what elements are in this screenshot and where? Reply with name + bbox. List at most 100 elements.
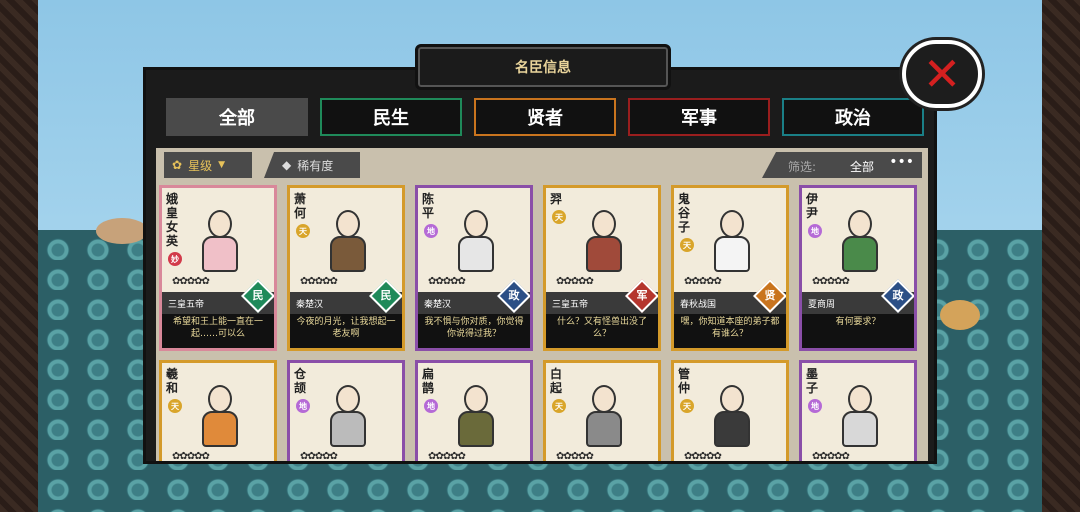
era-bar: 春秋战国 贤 xyxy=(674,279,786,314)
minister-name: 白起 xyxy=(550,367,563,395)
tab-xianzhe[interactable]: 贤者 xyxy=(474,98,616,136)
rarity-sort-button[interactable]: ◆ 稀有度 xyxy=(264,152,360,178)
era-label: 三皇五帝 xyxy=(552,300,589,310)
minister-portrait xyxy=(702,202,762,274)
category-tabs: 全部 民生 贤者 军事 政治 xyxy=(166,98,924,136)
type-badge: 政 xyxy=(881,279,914,313)
minister-portrait xyxy=(190,377,250,449)
diamond-icon: ◆ xyxy=(282,158,292,172)
minister-quote: 有何要求？ xyxy=(802,314,914,348)
island xyxy=(940,300,980,330)
minister-panel: 全部 民生 贤者 军事 政治 ✿ 星级 ▼ ◆ 稀有度 筛选: 全部 ••• 娥… xyxy=(143,67,937,464)
era-label: 三皇五帝 xyxy=(168,300,205,310)
left-border xyxy=(0,0,38,512)
star-rating: ✿✿✿✿✿ xyxy=(428,451,466,462)
type-badge: 民 xyxy=(369,279,402,313)
flower-icon: ✿ xyxy=(172,158,183,172)
minister-portrait xyxy=(574,377,634,449)
star-rating: ✿✿✿✿✿ xyxy=(300,451,338,462)
minister-card[interactable]: 娥皇女英妙 ✿✿✿✿✿ 三皇五帝 民 希望和王上能一直在一起……可以么 xyxy=(159,185,277,351)
close-icon: ✕ xyxy=(922,47,962,101)
minister-card[interactable]: 白起天 ✿✿✿✿✿ xyxy=(543,360,661,462)
type-badge: 贤 xyxy=(753,279,786,313)
star-rating: ✿✿✿✿✿ xyxy=(428,276,466,287)
minister-name: 伊尹 xyxy=(806,192,819,220)
minister-quote: 我不惧与你对质，你觉得你说得过我？ xyxy=(418,314,530,348)
minister-portrait xyxy=(446,202,506,274)
minister-card[interactable]: 萧何天 ✿✿✿✿✿ 秦楚汉 民 今夜的月光，让我想起一老友啊 xyxy=(287,185,405,351)
tab-junshi[interactable]: 军事 xyxy=(628,98,770,136)
minister-card[interactable]: 羿天 ✿✿✿✿✿ 三皇五帝 军 什么？又有怪兽出没了么？ xyxy=(543,185,661,351)
minister-name: 羲和 xyxy=(166,367,179,395)
type-badge: 民 xyxy=(241,279,274,313)
star-rating: ✿✿✿✿✿ xyxy=(556,276,594,287)
minister-portrait xyxy=(702,377,762,449)
filter-label: 筛选: xyxy=(788,160,817,174)
grade-badge: 地 xyxy=(808,399,822,413)
star-sort-button[interactable]: ✿ 星级 ▼ xyxy=(164,152,252,178)
minister-name: 鬼谷子 xyxy=(678,192,691,234)
type-badge: 军 xyxy=(625,279,658,313)
minister-portrait xyxy=(830,202,890,274)
minister-quote: 嘿，你知道本座的弟子都有谁么？ xyxy=(674,314,786,348)
minister-portrait xyxy=(830,377,890,449)
grade-badge: 天 xyxy=(296,224,310,238)
minister-quote: 希望和王上能一直在一起……可以么 xyxy=(162,314,274,348)
grade-badge: 地 xyxy=(424,399,438,413)
era-label: 春秋战国 xyxy=(680,300,717,310)
grade-badge: 地 xyxy=(296,399,310,413)
minister-name: 羿 xyxy=(550,192,563,206)
minister-name: 管仲 xyxy=(678,367,691,395)
star-sort-label: 星级 xyxy=(188,158,213,173)
grade-badge: 天 xyxy=(552,210,566,224)
close-button[interactable]: ✕ xyxy=(902,40,982,108)
minister-portrait xyxy=(318,377,378,449)
tab-zhengzhi[interactable]: 政治 xyxy=(782,98,924,136)
minister-name: 娥皇女英 xyxy=(166,192,179,248)
minister-quote: 什么？又有怪兽出没了么？ xyxy=(546,314,658,348)
minister-name: 陈平 xyxy=(422,192,435,220)
grade-badge: 妙 xyxy=(168,252,182,266)
grade-badge: 天 xyxy=(680,238,694,252)
minister-card[interactable]: 管仲天 ✿✿✿✿✿ xyxy=(671,360,789,461)
minister-quote: 今夜的月光，让我想起一老友啊 xyxy=(290,314,402,348)
era-bar: 三皇五帝 民 xyxy=(162,279,274,314)
era-bar: 秦楚汉 政 xyxy=(418,279,530,314)
grade-badge: 地 xyxy=(808,224,822,238)
minister-card[interactable]: 扁鹊地 ✿✿✿✿✿ xyxy=(415,360,533,462)
minister-name: 扁鹊 xyxy=(422,367,435,395)
era-label: 夏商周 xyxy=(808,300,836,310)
star-rating: ✿✿✿✿✿ xyxy=(172,276,210,287)
filter-select: 筛选: 全部 ••• xyxy=(762,152,922,178)
minister-card[interactable]: 仓颉地 ✿✿✿✿✿ xyxy=(287,360,405,462)
star-rating: ✿✿✿✿✿ xyxy=(812,276,850,287)
grade-badge: 地 xyxy=(424,224,438,238)
star-rating: ✿✿✿✿✿ xyxy=(172,451,210,462)
filter-value[interactable]: 全部 xyxy=(850,158,874,175)
era-bar: 夏商周 政 xyxy=(802,279,914,314)
grade-badge: 天 xyxy=(168,399,182,413)
minister-card[interactable]: 鬼谷子天 ✿✿✿✿✿ 春秋战国 贤 嘿，你知道本座的弟子都有谁么？ xyxy=(671,185,789,351)
minister-portrait xyxy=(318,202,378,274)
minister-portrait xyxy=(574,202,634,274)
era-bar: 秦楚汉 民 xyxy=(290,279,402,314)
minister-grid: 娥皇女英妙 ✿✿✿✿✿ 三皇五帝 民 希望和王上能一直在一起……可以么 萧何天 ✿… xyxy=(156,182,928,462)
star-rating: ✿✿✿✿✿ xyxy=(556,451,594,462)
minister-card[interactable]: 羲和天 ✿✿✿✿✿ xyxy=(159,360,277,462)
type-badge: 政 xyxy=(497,279,530,313)
more-options-icon[interactable]: ••• xyxy=(889,154,914,170)
minister-portrait xyxy=(446,377,506,449)
minister-portrait xyxy=(190,202,250,274)
tab-minsheng[interactable]: 民生 xyxy=(320,98,462,136)
filter-bar: ✿ 星级 ▼ ◆ 稀有度 筛选: 全部 ••• xyxy=(156,148,928,182)
era-bar: 三皇五帝 军 xyxy=(546,279,658,314)
minister-card[interactable]: 陈平地 ✿✿✿✿✿ 秦楚汉 政 我不惧与你对质，你觉得你说得过我？ xyxy=(415,185,533,351)
grade-badge: 天 xyxy=(552,399,566,413)
star-rating: ✿✿✿✿✿ xyxy=(300,276,338,287)
tab-all[interactable]: 全部 xyxy=(166,98,308,136)
era-label: 秦楚汉 xyxy=(296,300,324,310)
minister-name: 萧何 xyxy=(294,192,307,220)
minister-card[interactable]: 墨子地 ✿✿✿✿✿ xyxy=(799,360,917,461)
minister-card[interactable]: 伊尹地 ✿✿✿✿✿ 夏商周 政 有何要求？ xyxy=(799,185,917,351)
page-title: 名臣信息 xyxy=(415,44,671,90)
